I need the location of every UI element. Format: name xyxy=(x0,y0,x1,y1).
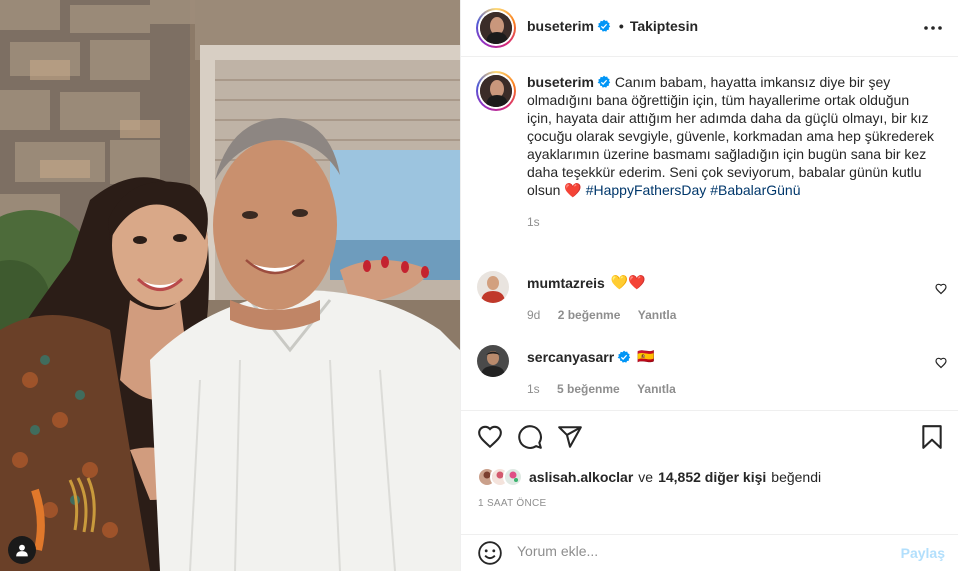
post-caption: buseterim Canım babam, hayatta imkansız … xyxy=(527,73,937,231)
likes-connector: ve xyxy=(638,469,654,485)
author-avatar[interactable] xyxy=(476,8,516,48)
comment-icon xyxy=(518,425,542,449)
comment-text: 💛❤️ xyxy=(610,274,646,290)
post-header: buseterim • Takiptesin xyxy=(461,0,958,57)
post-image xyxy=(0,0,460,571)
like-button[interactable] xyxy=(477,424,503,450)
caption-author-avatar[interactable] xyxy=(476,71,516,111)
comment-like-button[interactable] xyxy=(935,356,947,372)
follow-status-button[interactable]: Takiptesin xyxy=(630,18,698,34)
instagram-post: buseterim • Takiptesin buseterim Canım b… xyxy=(0,0,958,571)
caption-username[interactable]: buseterim xyxy=(527,74,594,90)
comment-reply-button[interactable]: Yanıtla xyxy=(637,382,676,396)
bookmark-icon xyxy=(922,425,942,449)
hashtag-link[interactable]: #HappyFathersDay xyxy=(586,182,707,198)
post-photo[interactable] xyxy=(0,0,460,571)
comment-button[interactable] xyxy=(517,424,543,450)
comment-username[interactable]: mumtazreis xyxy=(527,275,605,291)
action-bar: aslisah.alkoclar ve 14,852 diğer kişi be… xyxy=(461,410,958,534)
comment-text: 🇪🇸 xyxy=(637,348,655,364)
likes-suffix: beğendi xyxy=(771,469,822,485)
emoji-icon xyxy=(478,541,502,565)
header-separator: • xyxy=(618,18,624,34)
comment-input[interactable] xyxy=(517,543,877,559)
heart-icon xyxy=(935,357,947,369)
commenter-avatar[interactable] xyxy=(477,271,509,303)
caption-time[interactable]: 1s xyxy=(527,213,937,231)
caption-avatar-image xyxy=(480,75,512,107)
commenter-avatar-image xyxy=(477,271,509,303)
verified-badge-icon xyxy=(597,19,611,32)
author-username[interactable]: buseterim xyxy=(527,18,594,34)
more-options-button[interactable] xyxy=(923,18,943,38)
verified-badge-icon xyxy=(617,350,631,363)
emoji-button[interactable] xyxy=(477,540,503,566)
user-tag-icon xyxy=(16,544,28,557)
user-tag-button[interactable] xyxy=(8,536,36,564)
comment-composer: Paylaş xyxy=(461,534,958,571)
comment-meta: 1s 5 beğenme Yanıtla xyxy=(527,382,676,396)
caption-text: Canım babam, hayatta imkansız diye bir ş… xyxy=(527,74,935,198)
comment-likes[interactable]: 2 beğenme xyxy=(558,308,621,322)
comments-section: buseterim Canım babam, hayatta imkansız … xyxy=(461,57,958,410)
post-timestamp[interactable]: 1 SAAT ÖNCE xyxy=(478,498,547,509)
more-options-icon xyxy=(924,26,942,30)
post-comment-button[interactable]: Paylaş xyxy=(901,545,945,561)
share-icon xyxy=(558,426,582,448)
comment-row: sercanyasarr 🇪🇸 xyxy=(527,348,655,365)
comment-reply-button[interactable]: Yanıtla xyxy=(638,308,677,322)
comment-like-button[interactable] xyxy=(935,282,947,298)
comment-meta: 9d 2 beğenme Yanıtla xyxy=(527,308,676,322)
caption-heart-emoji: ❤️ xyxy=(564,182,582,198)
verified-badge-icon xyxy=(597,75,611,88)
likes-count[interactable]: 14,852 diğer kişi xyxy=(658,469,766,485)
heart-icon xyxy=(935,283,947,295)
comment-time[interactable]: 9d xyxy=(527,308,540,322)
hashtag-link[interactable]: #BabalarGünü xyxy=(710,182,800,198)
liker-username[interactable]: aslisah.alkoclar xyxy=(529,469,633,485)
author-avatar-image xyxy=(480,12,512,44)
comment-row: mumtazreis 💛❤️ xyxy=(527,274,646,291)
post-sidebar: buseterim • Takiptesin buseterim Canım b… xyxy=(460,0,958,571)
save-button[interactable] xyxy=(919,424,945,450)
likes-summary: aslisah.alkoclar ve 14,852 diğer kişi be… xyxy=(477,467,821,487)
heart-icon xyxy=(478,425,502,449)
share-button[interactable] xyxy=(557,424,583,450)
commenter-avatar[interactable] xyxy=(477,345,509,377)
liker-avatar xyxy=(503,467,523,487)
comment-likes[interactable]: 5 beğenme xyxy=(557,382,620,396)
commenter-avatar-image xyxy=(477,345,509,377)
comment-username[interactable]: sercanyasarr xyxy=(527,349,614,365)
comment-time[interactable]: 1s xyxy=(527,382,540,396)
